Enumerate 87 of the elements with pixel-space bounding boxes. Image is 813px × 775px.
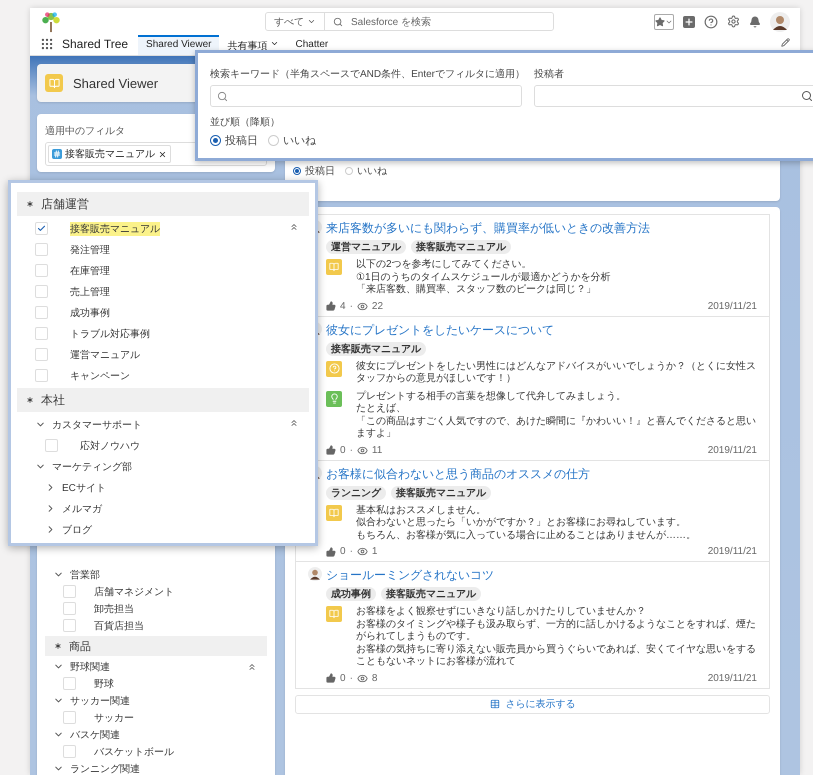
nav-tab[interactable]: 共有事項	[219, 35, 288, 55]
group-title: 店舗運営	[41, 196, 89, 212]
post-text: 似合わないと思ったら「いかがですか？」とお客様にお尋ねしています。	[356, 517, 687, 530]
sort-radio[interactable]: いいね	[268, 133, 316, 148]
topic-tag[interactable]: 成功事例	[326, 587, 376, 601]
group-header[interactable]: 本社	[17, 388, 309, 412]
global-search-field[interactable]: すべて Salesforce を検索	[265, 12, 554, 31]
folder-label[interactable]: ブログ	[62, 522, 92, 536]
post-text: 「この商品はすごく人気ですので、あけた瞬間に『かわいい！』と喜んでくださると思いますよ」	[356, 416, 757, 440]
post-date: 2019/11/21	[708, 546, 757, 557]
separator-dot: ·	[350, 444, 353, 456]
post-text: お客様をよく観察せずにいきなり話しかけたりしていませんか？	[356, 606, 647, 618]
post-text: 以下の2つを参考にしてみてください。	[356, 259, 533, 272]
category-label[interactable]: バスケットボール	[94, 744, 174, 758]
folder-label[interactable]: 営業部	[70, 568, 100, 582]
category-label[interactable]: 応対ノウハウ	[80, 438, 140, 452]
topic-tag[interactable]: 接客販売マニュアル	[391, 486, 491, 500]
folder-label[interactable]: サッカー関連	[70, 694, 130, 708]
folder-label[interactable]: ランニング関連	[70, 762, 140, 775]
post-title[interactable]: ショールーミングされないコツ	[326, 567, 757, 584]
separator-dot: ·	[350, 300, 353, 312]
separator-dot: ·	[350, 546, 353, 557]
category-label[interactable]: 発注管理	[70, 242, 110, 256]
category-label[interactable]: 成功事例	[70, 306, 110, 320]
sort-radio[interactable]: いいね	[345, 164, 387, 178]
view-count: 22	[372, 300, 384, 312]
like-count: 0	[340, 444, 346, 456]
post-title[interactable]: 来店客数が多いにも関わらず、購買率が低いときの改善方法	[326, 220, 757, 237]
folder-label[interactable]: 野球関連	[70, 660, 110, 674]
filter-pill[interactable]: 接客販売マニュアル	[48, 145, 171, 163]
like-count: 4	[340, 300, 346, 312]
post-text: プレゼントする相手の言葉を想像して代弁してみましょう。	[356, 390, 627, 403]
post-text: 「来店客数、購買率、スタッフ数のピークは同じ？」	[356, 284, 597, 296]
show-more-button[interactable]: さらに表示する	[295, 694, 770, 714]
search-placeholder: Salesforce を検索	[351, 16, 432, 28]
sort-label: 並び順（降順）	[210, 116, 280, 129]
group-header[interactable]: 店舗運営	[17, 192, 309, 216]
topic-tag[interactable]: 接客販売マニュアル	[326, 342, 426, 356]
post-text: 彼女にプレゼントをしたい男性にはどんなアドバイスがいいでしょうか？（とくに女性スタッフからの意見がほしいです！）	[356, 360, 757, 386]
folder-label[interactable]: マーケティング部	[52, 460, 132, 474]
post-text: もちろん、お客様が気に入っている場合に止めることはありませんが……。	[356, 530, 696, 542]
post-text: お客様のタイミングや様子も汲み取らず、一方的に話しかけるようなことをすれば、煙たがられてしまうものです。	[356, 618, 757, 644]
topic-tag[interactable]: 接客販売マニュアル	[411, 240, 511, 254]
poster-label: 投稿者	[534, 68, 564, 81]
category-label[interactable]: 運営マニュアル	[70, 348, 140, 362]
view-count: 8	[372, 672, 378, 684]
post-date: 2019/11/21	[708, 300, 757, 312]
category-label[interactable]: トラブル対応事例	[70, 326, 150, 340]
post-text: お客様の気持ちに寄り添えない販売員から買うぐらいであれば、安くてイヤな思いをすることもないネットにお客様が流れて	[356, 644, 757, 668]
topic-tag[interactable]: 接客販売マニュアル	[381, 587, 481, 601]
post-date: 2019/11/21	[708, 672, 757, 684]
like-count: 0	[340, 672, 346, 684]
separator-dot: ·	[350, 672, 353, 684]
group-header[interactable]: 商品	[45, 636, 267, 656]
post-date: 2019/11/21	[708, 444, 757, 456]
page-title: Shared Viewer	[73, 76, 158, 90]
app-name: Shared Tree	[62, 36, 128, 53]
category-label[interactable]: 卸売担当	[94, 602, 134, 616]
category-label[interactable]: 接客販売マニュアル	[70, 222, 160, 236]
post-text: 基本私はおススメしません。	[356, 504, 487, 516]
post-title[interactable]: 彼女にプレゼントをしたいケースについて	[326, 322, 757, 338]
view-count: 1	[372, 546, 378, 557]
folder-label[interactable]: メルマガ	[62, 502, 102, 516]
category-label[interactable]: サッカー	[94, 710, 134, 724]
nav-tab[interactable]: Shared Viewer	[138, 35, 220, 55]
post-title[interactable]: お客様に似合わないと思う商品のオススメの仕方	[326, 466, 757, 482]
topic-tag[interactable]: ランニング	[326, 486, 386, 500]
category-label[interactable]: 売上管理	[70, 284, 110, 298]
folder-label[interactable]: バスケ関連	[70, 728, 120, 742]
search-scope-dropdown[interactable]: すべて	[266, 13, 325, 30]
folder-label[interactable]: ECサイト	[62, 480, 106, 494]
group-title: 商品	[69, 640, 91, 654]
group-title: 本社	[41, 392, 65, 408]
topic-tag[interactable]: 運営マニュアル	[326, 240, 406, 254]
post-text: たとえば、	[356, 403, 407, 416]
category-label[interactable]: 野球	[94, 676, 114, 690]
sort-radio[interactable]: 投稿日	[293, 164, 335, 178]
category-label[interactable]: 百貨店担当	[94, 618, 144, 632]
category-label[interactable]: 在庫管理	[70, 264, 110, 278]
category-label[interactable]: キャンペーン	[70, 368, 130, 382]
keyword-label: 検索キーワード（半角スペースでAND条件、Enterでフィルタに適用）	[210, 68, 526, 81]
like-count: 0	[340, 546, 346, 557]
post-text: ①1日のうちのタイムスケジュールが最適かどうかを分析	[356, 272, 611, 284]
view-count: 11	[372, 444, 382, 456]
folder-label[interactable]: カスタマーサポート	[52, 418, 142, 432]
category-label[interactable]: 店舗マネジメント	[94, 584, 174, 598]
filter-label: 適用中のフィルタ	[45, 124, 125, 138]
